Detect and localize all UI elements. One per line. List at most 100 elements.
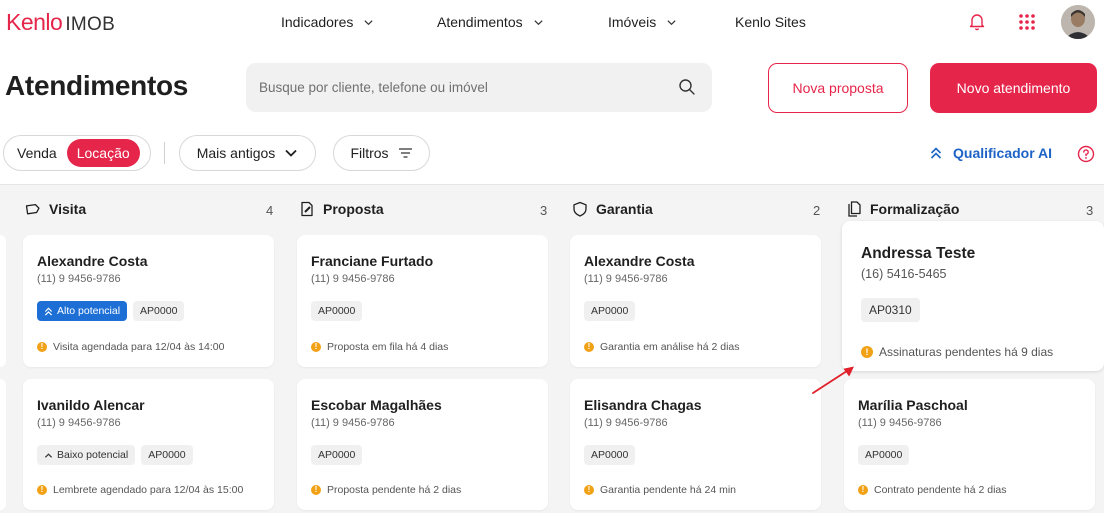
property-code-badge: AP0000: [141, 445, 193, 465]
help-icon[interactable]: [1077, 145, 1095, 163]
card-status: ! Assinaturas pendentes há 9 dias: [861, 345, 1053, 359]
nova-proposta-button[interactable]: Nova proposta: [768, 63, 908, 113]
column-header-visita: Visita: [25, 201, 86, 217]
card-status: ! Proposta em fila há 4 dias: [311, 341, 448, 353]
nav-indicadores[interactable]: Indicadores: [281, 14, 374, 30]
nav-kenlo-sites[interactable]: Kenlo Sites: [735, 14, 806, 30]
filters-button[interactable]: Filtros: [333, 135, 430, 171]
warning-icon: !: [311, 485, 321, 495]
client-name: Andressa Teste: [861, 245, 976, 262]
search-input[interactable]: [259, 80, 659, 95]
document-edit-icon: [301, 201, 313, 217]
sort-label: Mais antigos: [196, 145, 276, 161]
nav-imoveis[interactable]: Imóveis: [608, 14, 677, 30]
top-navigation: Kenlo IMOB Indicadores Atendimentos Imóv…: [0, 0, 1104, 46]
chevron-down-icon: [285, 149, 297, 157]
atendimento-card[interactable]: Elisandra Chagas (11) 9 9456-9786 AP0000…: [570, 379, 821, 510]
logo-brand: Kenlo: [6, 9, 63, 35]
warning-icon: !: [584, 342, 594, 352]
card-status: ! Lembrete agendado para 12/04 às 15:00: [37, 484, 243, 496]
column-count: 4: [266, 203, 274, 218]
column-header-garantia: Garantia: [572, 201, 653, 217]
property-code-badge: AP0000: [858, 445, 910, 465]
client-phone: (11) 9 9456-9786: [858, 417, 942, 429]
property-code-badge: AP0000: [584, 445, 636, 465]
search-icon[interactable]: [678, 78, 696, 96]
status-text: Proposta pendente há 2 dias: [327, 484, 462, 496]
atendimento-card-hovered[interactable]: Andressa Teste (16) 5416-5465 AP0310 ! A…: [842, 221, 1104, 371]
user-avatar[interactable]: [1061, 5, 1095, 39]
status-text: Lembrete agendado para 12/04 às 15:00: [53, 484, 244, 496]
column-title: Formalização: [870, 201, 960, 217]
column-title: Proposta: [323, 201, 384, 217]
client-phone: (16) 5416-5465: [861, 267, 947, 281]
card-status: ! Visita agendada para 12/04 às 14:00: [37, 341, 224, 353]
toggle-locacao[interactable]: Locação: [66, 139, 140, 167]
status-text: Garantia em análise há 2 dias: [600, 341, 740, 353]
client-name: Escobar Magalhães: [311, 397, 442, 413]
logo-product: IMOB: [65, 14, 116, 35]
atendimento-card[interactable]: Alexandre Costa (11) 9 9456-9786 AP0000 …: [570, 235, 821, 367]
partial-card[interactable]: [0, 379, 6, 510]
card-tags: AP0000: [858, 445, 910, 465]
card-tags: AP0310: [861, 298, 920, 322]
atendimento-card[interactable]: Alexandre Costa (11) 9 9456-9786 Alto po…: [23, 235, 274, 367]
property-code-badge: AP0310: [861, 298, 920, 322]
warning-icon: !: [37, 485, 47, 495]
client-name: Franciane Furtado: [311, 253, 434, 269]
card-status: ! Contrato pendente há 2 dias: [858, 484, 1007, 496]
atendimento-card[interactable]: Marília Paschoal (11) 9 9456-9786 AP0000…: [844, 379, 1095, 510]
status-text: Visita agendada para 12/04 às 14:00: [53, 341, 225, 353]
column-title: Garantia: [596, 201, 653, 217]
card-status: ! Garantia em análise há 2 dias: [584, 341, 740, 353]
kenlo-imob-logo[interactable]: Kenlo IMOB: [6, 9, 115, 36]
client-phone: (11) 9 9456-9786: [311, 417, 395, 429]
card-tags: AP0000: [311, 301, 363, 321]
nav-atendimentos-label: Atendimentos: [437, 14, 523, 30]
avatar-photo-icon: [1061, 5, 1095, 39]
atendimento-card[interactable]: Franciane Furtado (11) 9 9456-9786 AP000…: [297, 235, 548, 367]
status-text: Contrato pendente há 2 dias: [874, 484, 1007, 496]
client-name: Elisandra Chagas: [584, 397, 702, 413]
nav-kenlo-sites-label: Kenlo Sites: [735, 14, 806, 30]
client-phone: (11) 9 9456-9786: [37, 417, 121, 429]
card-tags: Baixo potencial AP0000: [37, 445, 193, 465]
toggle-venda[interactable]: Venda: [7, 139, 67, 167]
property-code-badge: AP0000: [133, 301, 185, 321]
novo-atendimento-button[interactable]: Novo atendimento: [930, 63, 1097, 113]
chevron-down-icon: [667, 19, 676, 25]
filter-lines-icon: [398, 148, 412, 158]
client-phone: (11) 9 9456-9786: [584, 273, 668, 285]
status-text: Assinaturas pendentes há 9 dias: [879, 345, 1054, 359]
bell-icon[interactable]: [967, 11, 987, 31]
column-count: 2: [813, 203, 821, 218]
nav-imoveis-label: Imóveis: [608, 14, 657, 30]
client-name: Marília Paschoal: [858, 397, 968, 413]
qualificador-ai-label: Qualificador AI: [953, 145, 1053, 161]
partial-card[interactable]: [0, 235, 6, 367]
property-code-badge: AP0000: [311, 301, 363, 321]
page-title: Atendimentos: [5, 70, 189, 101]
potential-badge: Alto potencial: [37, 301, 128, 321]
warning-icon: !: [311, 342, 321, 352]
column-count: 3: [540, 203, 548, 218]
sort-dropdown[interactable]: Mais antigos: [179, 135, 316, 171]
potential-label: Alto potencial: [57, 305, 121, 317]
apps-grid-icon[interactable]: [1018, 13, 1036, 31]
atendimento-card[interactable]: Escobar Magalhães (11) 9 9456-9786 AP000…: [297, 379, 548, 510]
business-type-toggle: Venda Locação: [3, 135, 151, 171]
potential-badge: Baixo potencial: [37, 445, 136, 465]
search-bar[interactable]: [246, 63, 712, 112]
property-code-badge: AP0000: [311, 445, 363, 465]
qualificador-ai-link[interactable]: Qualificador AI: [929, 145, 1052, 161]
card-tags: AP0000: [311, 445, 363, 465]
filter-divider: [164, 142, 165, 164]
nav-atendimentos[interactable]: Atendimentos: [437, 14, 544, 30]
potential-label: Baixo potencial: [57, 449, 129, 461]
property-code-badge: AP0000: [584, 301, 636, 321]
atendimento-card[interactable]: Ivanildo Alencar (11) 9 9456-9786 Baixo …: [23, 379, 274, 510]
column-header-proposta: Proposta: [299, 201, 384, 217]
nav-indicadores-label: Indicadores: [281, 14, 354, 30]
column-header-formalizacao: Formalização: [846, 201, 959, 217]
client-name: Alexandre Costa: [37, 253, 148, 269]
